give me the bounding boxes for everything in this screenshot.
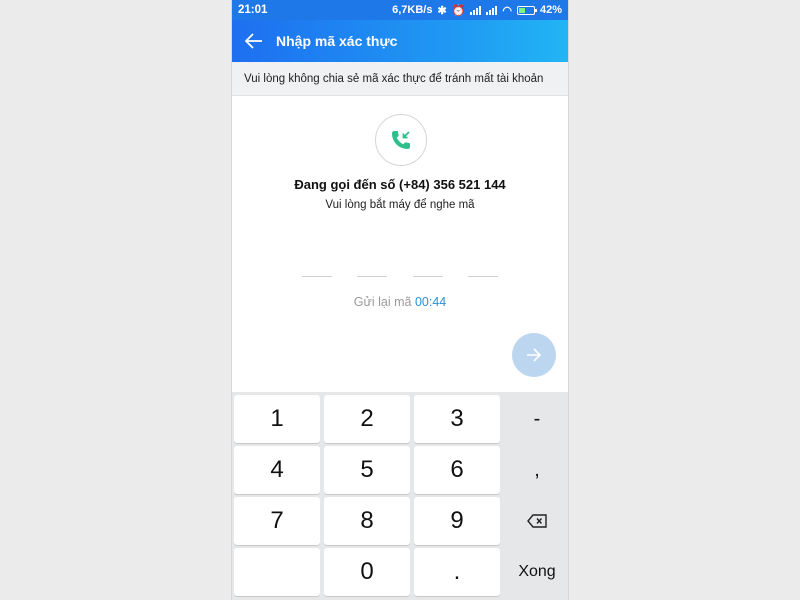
key-6[interactable]: 6 bbox=[414, 446, 500, 494]
otp-digit-field[interactable] bbox=[357, 264, 388, 277]
battery-percent: 42% bbox=[539, 4, 562, 16]
status-bar: 21:01 6,7KB/s ✱ ⏰ ◠ 42% bbox=[232, 0, 568, 20]
done-key[interactable]: Xong bbox=[504, 548, 568, 596]
incoming-call-icon bbox=[392, 131, 410, 149]
back-button[interactable] bbox=[232, 20, 276, 62]
call-hint: Vui lòng bắt máy để nghe mã bbox=[325, 199, 475, 211]
arrow-right-icon bbox=[527, 348, 542, 362]
key-1[interactable]: 1 bbox=[234, 395, 320, 443]
bluetooth-icon: ✱ bbox=[437, 4, 447, 17]
network-speed: 6,7KB/s bbox=[392, 4, 433, 16]
wifi-icon: ◠ bbox=[502, 4, 512, 17]
signal-icon bbox=[470, 5, 482, 15]
key-9[interactable]: 9 bbox=[414, 497, 500, 545]
next-button[interactable] bbox=[512, 333, 556, 377]
key-8[interactable]: 8 bbox=[324, 497, 410, 545]
otp-digit-field[interactable] bbox=[412, 264, 443, 277]
signal-icon bbox=[486, 5, 498, 15]
status-right: 6,7KB/s ✱ ⏰ ◠ 42% bbox=[392, 4, 562, 17]
key-5[interactable]: 5 bbox=[324, 446, 410, 494]
key-4[interactable]: 4 bbox=[234, 446, 320, 494]
resend-countdown: 00:44 bbox=[414, 295, 447, 309]
otp-digit-field[interactable] bbox=[467, 264, 498, 277]
resend-label: Gửi lại mã bbox=[353, 295, 412, 309]
battery-icon bbox=[516, 5, 537, 15]
security-notice: Vui lòng không chia sẻ mã xác thực để tr… bbox=[232, 62, 568, 96]
arrow-left-icon bbox=[245, 33, 262, 49]
key-dash[interactable]: - bbox=[504, 395, 568, 443]
alarm-icon: ⏰ bbox=[451, 4, 466, 17]
key-3[interactable]: 3 bbox=[414, 395, 500, 443]
phone-screen: 21:01 6,7KB/s ✱ ⏰ ◠ 42% Nhập mã xác thực… bbox=[232, 0, 568, 600]
resend-row: Gửi lại mã 00:44 bbox=[232, 295, 568, 309]
key-empty bbox=[234, 548, 320, 596]
calling-number: Đang gọi đến số (+84) 356 521 144 bbox=[294, 177, 506, 192]
key-comma[interactable]: , bbox=[504, 446, 568, 494]
status-time: 21:01 bbox=[238, 4, 268, 16]
app-bar: Nhập mã xác thực bbox=[232, 20, 568, 62]
page-title: Nhập mã xác thực bbox=[276, 33, 398, 49]
otp-input[interactable] bbox=[302, 264, 498, 278]
key-0[interactable]: 0 bbox=[324, 548, 410, 596]
key-dot[interactable]: . bbox=[414, 548, 500, 596]
numeric-keypad: 1 2 3 - 4 5 6 , 7 8 9 0 . Xong bbox=[232, 392, 568, 600]
key-7[interactable]: 7 bbox=[234, 497, 320, 545]
key-2[interactable]: 2 bbox=[324, 395, 410, 443]
call-icon-circle bbox=[375, 114, 427, 166]
backspace-icon bbox=[527, 514, 547, 528]
otp-digit-field[interactable] bbox=[302, 264, 332, 277]
backspace-key[interactable] bbox=[504, 497, 568, 545]
